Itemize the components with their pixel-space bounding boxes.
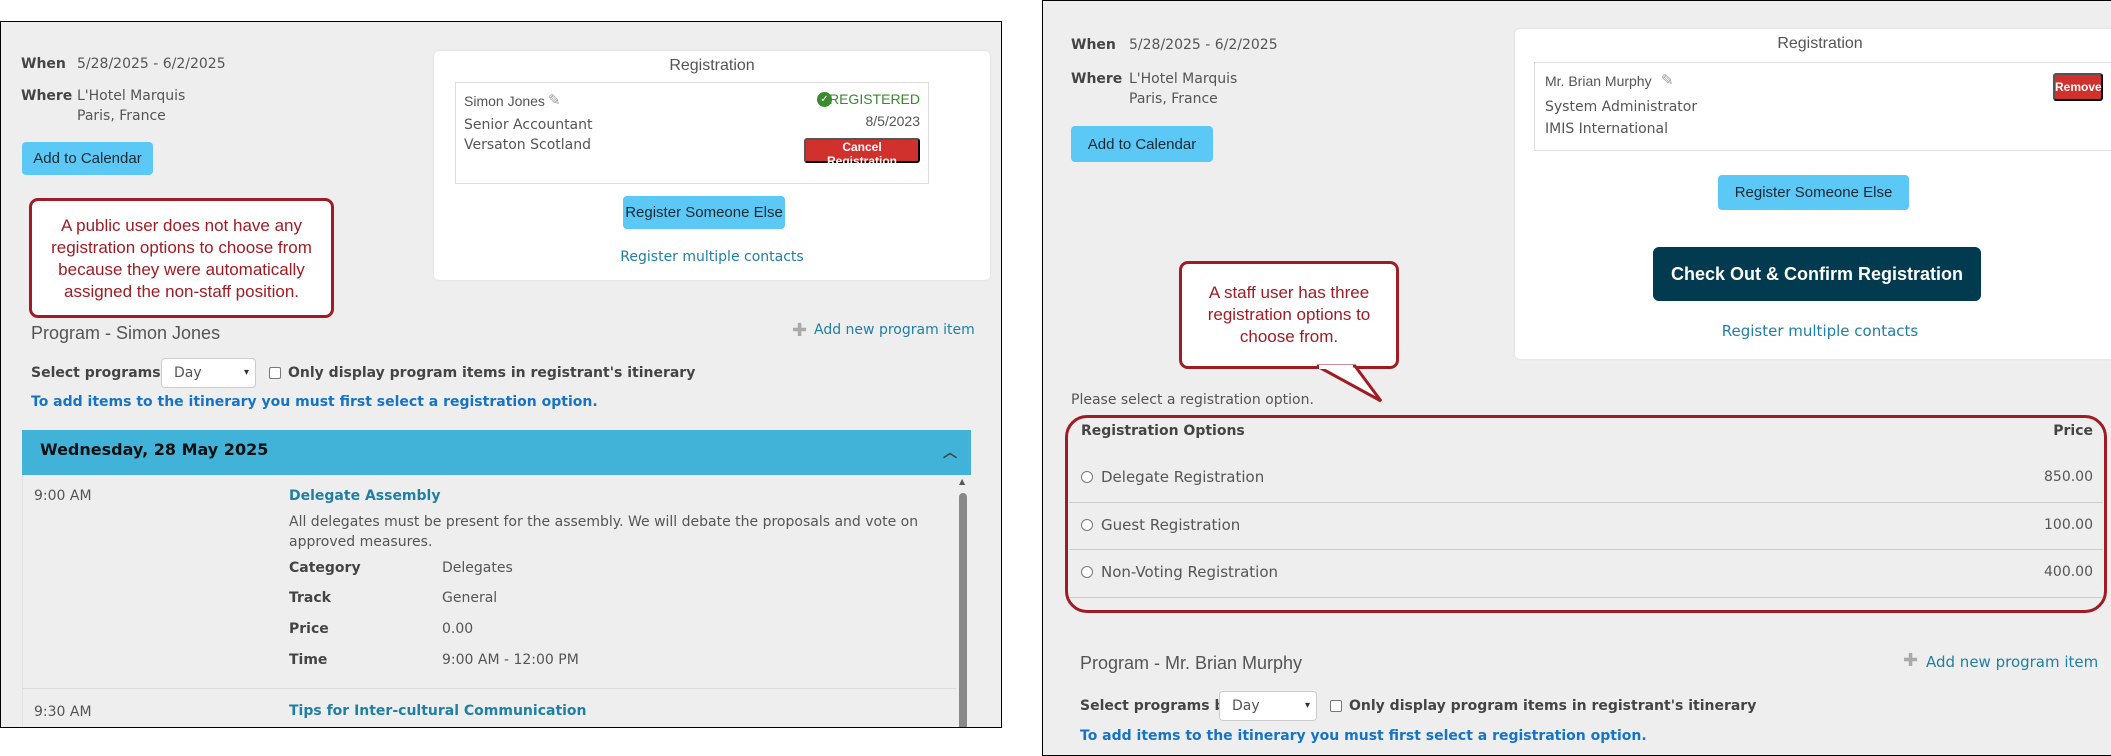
option-price: 850.00 bbox=[2044, 469, 2093, 485]
program-title: Program - Mr. Brian Murphy bbox=[1080, 653, 1303, 673]
staff-user-callout: A staff user has three registration opti… bbox=[1179, 261, 1399, 369]
option-price: 400.00 bbox=[2044, 564, 2093, 580]
scroll-thumb[interactable] bbox=[959, 493, 967, 727]
registrant-box: Simon Jones ✎ Senior Accountant Versaton… bbox=[455, 82, 929, 184]
select-programs-by-label: Select programs by bbox=[1080, 698, 1234, 714]
when-label: When bbox=[21, 56, 66, 72]
item-time: 9:00 AM bbox=[34, 488, 92, 504]
registrant-box: Mr. Brian Murphy ✎ System Administrator … bbox=[1534, 62, 2111, 151]
registrant-company: IMIS International bbox=[1545, 121, 1669, 137]
detail-value: Delegates bbox=[442, 560, 513, 576]
where-line1: L'Hotel Marquis bbox=[1129, 71, 1238, 87]
select-programs-by-dropdown[interactable]: Day ▾ bbox=[161, 358, 256, 388]
checkout-confirm-registration-button[interactable]: Check Out & Confirm Registration bbox=[1653, 247, 1981, 301]
only-display-label: Only display program items in registrant… bbox=[1349, 698, 1757, 714]
register-multiple-contacts-link[interactable]: Register multiple contacts bbox=[1515, 322, 2111, 340]
registration-card: Registration Simon Jones ✎ Senior Accoun… bbox=[434, 51, 990, 280]
remove-registrant-button[interactable]: Remove bbox=[2053, 73, 2103, 101]
where-label: Where bbox=[21, 88, 73, 104]
chevron-down-icon: ▾ bbox=[243, 367, 249, 378]
options-header-name: Registration Options bbox=[1081, 423, 1245, 439]
option-name: Delegate Registration bbox=[1101, 468, 1265, 486]
program-item-description: All delegates must be present for the as… bbox=[289, 514, 919, 550]
only-display-checkbox[interactable] bbox=[1330, 700, 1342, 712]
registration-option-prompt: Please select a registration option. bbox=[1071, 392, 1314, 408]
when-value: 5/28/2025 - 6/2/2025 bbox=[77, 56, 226, 72]
day-header[interactable]: Wednesday, 28 May 2025 ︿ bbox=[22, 430, 971, 475]
option-row-delegate[interactable]: Delegate Registration 850.00 bbox=[1069, 455, 2103, 503]
registration-card: Registration Mr. Brian Murphy ✎ System A… bbox=[1515, 29, 2111, 359]
detail-label: Price bbox=[289, 621, 329, 637]
radio-non-voting[interactable] bbox=[1081, 566, 1093, 578]
registrant-company: Versaton Scotland bbox=[464, 137, 591, 153]
register-someone-else-button[interactable]: Register Someone Else bbox=[623, 196, 785, 229]
pencil-icon[interactable]: ✎ bbox=[548, 91, 561, 109]
add-to-calendar-button[interactable]: Add to Calendar bbox=[1071, 126, 1213, 162]
public-user-callout: A public user does not have any registra… bbox=[29, 198, 334, 318]
callout-tail bbox=[1316, 364, 1383, 403]
itinerary-note: To add items to the itinerary you must f… bbox=[31, 394, 598, 410]
registration-title: Registration bbox=[669, 57, 755, 74]
registration-options-table: Registration Options Price Delegate Regi… bbox=[1069, 417, 2103, 602]
staff-user-panel: When 5/28/2025 - 6/2/2025 Where L'Hotel … bbox=[1042, 0, 2111, 756]
scroll-up-arrow-icon[interactable]: ▲ bbox=[959, 477, 965, 486]
chevron-up-icon[interactable]: ︿ bbox=[943, 442, 957, 462]
option-price: 100.00 bbox=[2044, 517, 2093, 533]
detail-label: Track bbox=[289, 590, 331, 606]
program-item-title[interactable]: Tips for Inter-cultural Communication bbox=[289, 703, 587, 719]
chevron-down-icon: ▾ bbox=[1304, 700, 1310, 711]
option-row-non-voting[interactable]: Non-Voting Registration 400.00 bbox=[1069, 550, 2103, 598]
detail-value: 0.00 bbox=[442, 621, 474, 637]
plus-icon[interactable]: ✚ bbox=[792, 320, 807, 341]
item-time: 9:30 AM bbox=[34, 704, 92, 720]
public-user-panel: When 5/28/2025 - 6/2/2025 Where L'Hotel … bbox=[0, 21, 1002, 728]
options-header-price: Price bbox=[2053, 423, 2093, 439]
where-line2: Paris, France bbox=[1129, 91, 1218, 107]
register-someone-else-button[interactable]: Register Someone Else bbox=[1718, 175, 1909, 210]
program-item-title[interactable]: Delegate Assembly bbox=[289, 488, 440, 504]
option-name: Guest Registration bbox=[1101, 516, 1241, 534]
detail-value: General bbox=[442, 590, 498, 606]
select-programs-by-dropdown[interactable]: Day ▾ bbox=[1219, 691, 1317, 721]
registered-status: REGISTERED bbox=[828, 91, 920, 107]
list-border bbox=[22, 475, 23, 727]
radio-delegate[interactable] bbox=[1081, 471, 1093, 483]
where-line1: L'Hotel Marquis bbox=[77, 88, 186, 104]
registrant-job-title: Senior Accountant bbox=[464, 117, 593, 133]
itinerary-note: To add items to the itinerary you must f… bbox=[1080, 728, 1647, 744]
register-multiple-contacts-link[interactable]: Register multiple contacts bbox=[434, 249, 990, 265]
item-divider bbox=[22, 688, 956, 689]
option-row-guest[interactable]: Guest Registration 100.00 bbox=[1069, 503, 2103, 550]
registrant-name: Mr. Brian Murphy bbox=[1545, 73, 1652, 89]
radio-guest[interactable] bbox=[1081, 519, 1093, 531]
option-name: Non-Voting Registration bbox=[1101, 563, 1279, 581]
where-label: Where bbox=[1071, 71, 1123, 87]
day-header-label: Wednesday, 28 May 2025 bbox=[40, 440, 269, 459]
program-title: Program - Simon Jones bbox=[31, 323, 221, 343]
registrant-name: Simon Jones bbox=[464, 93, 545, 109]
when-label: When bbox=[1071, 37, 1116, 53]
select-value: Day bbox=[174, 365, 202, 381]
when-value: 5/28/2025 - 6/2/2025 bbox=[1129, 37, 1278, 53]
where-line2: Paris, France bbox=[77, 108, 166, 124]
cancel-registration-button[interactable]: Cancel Registration bbox=[804, 138, 920, 168]
detail-label: Category bbox=[289, 560, 361, 576]
detail-value: 9:00 AM - 12:00 PM bbox=[442, 652, 579, 668]
only-display-label: Only display program items in registrant… bbox=[288, 365, 696, 381]
plus-icon[interactable]: ✚ bbox=[1903, 650, 1918, 671]
add-new-program-item-link[interactable]: Add new program item bbox=[1926, 653, 2098, 671]
registration-date: 8/5/2023 bbox=[865, 113, 921, 129]
add-to-calendar-button[interactable]: Add to Calendar bbox=[22, 142, 153, 175]
registration-title: Registration bbox=[1777, 35, 1863, 52]
pencil-icon[interactable]: ✎ bbox=[1661, 71, 1674, 89]
only-display-checkbox[interactable] bbox=[269, 367, 281, 379]
detail-label: Time bbox=[289, 652, 328, 668]
scrollbar[interactable]: ▲ bbox=[956, 475, 970, 727]
add-new-program-item-link[interactable]: Add new program item bbox=[814, 322, 975, 338]
registrant-job-title: System Administrator bbox=[1545, 99, 1698, 115]
select-value: Day bbox=[1232, 698, 1260, 714]
